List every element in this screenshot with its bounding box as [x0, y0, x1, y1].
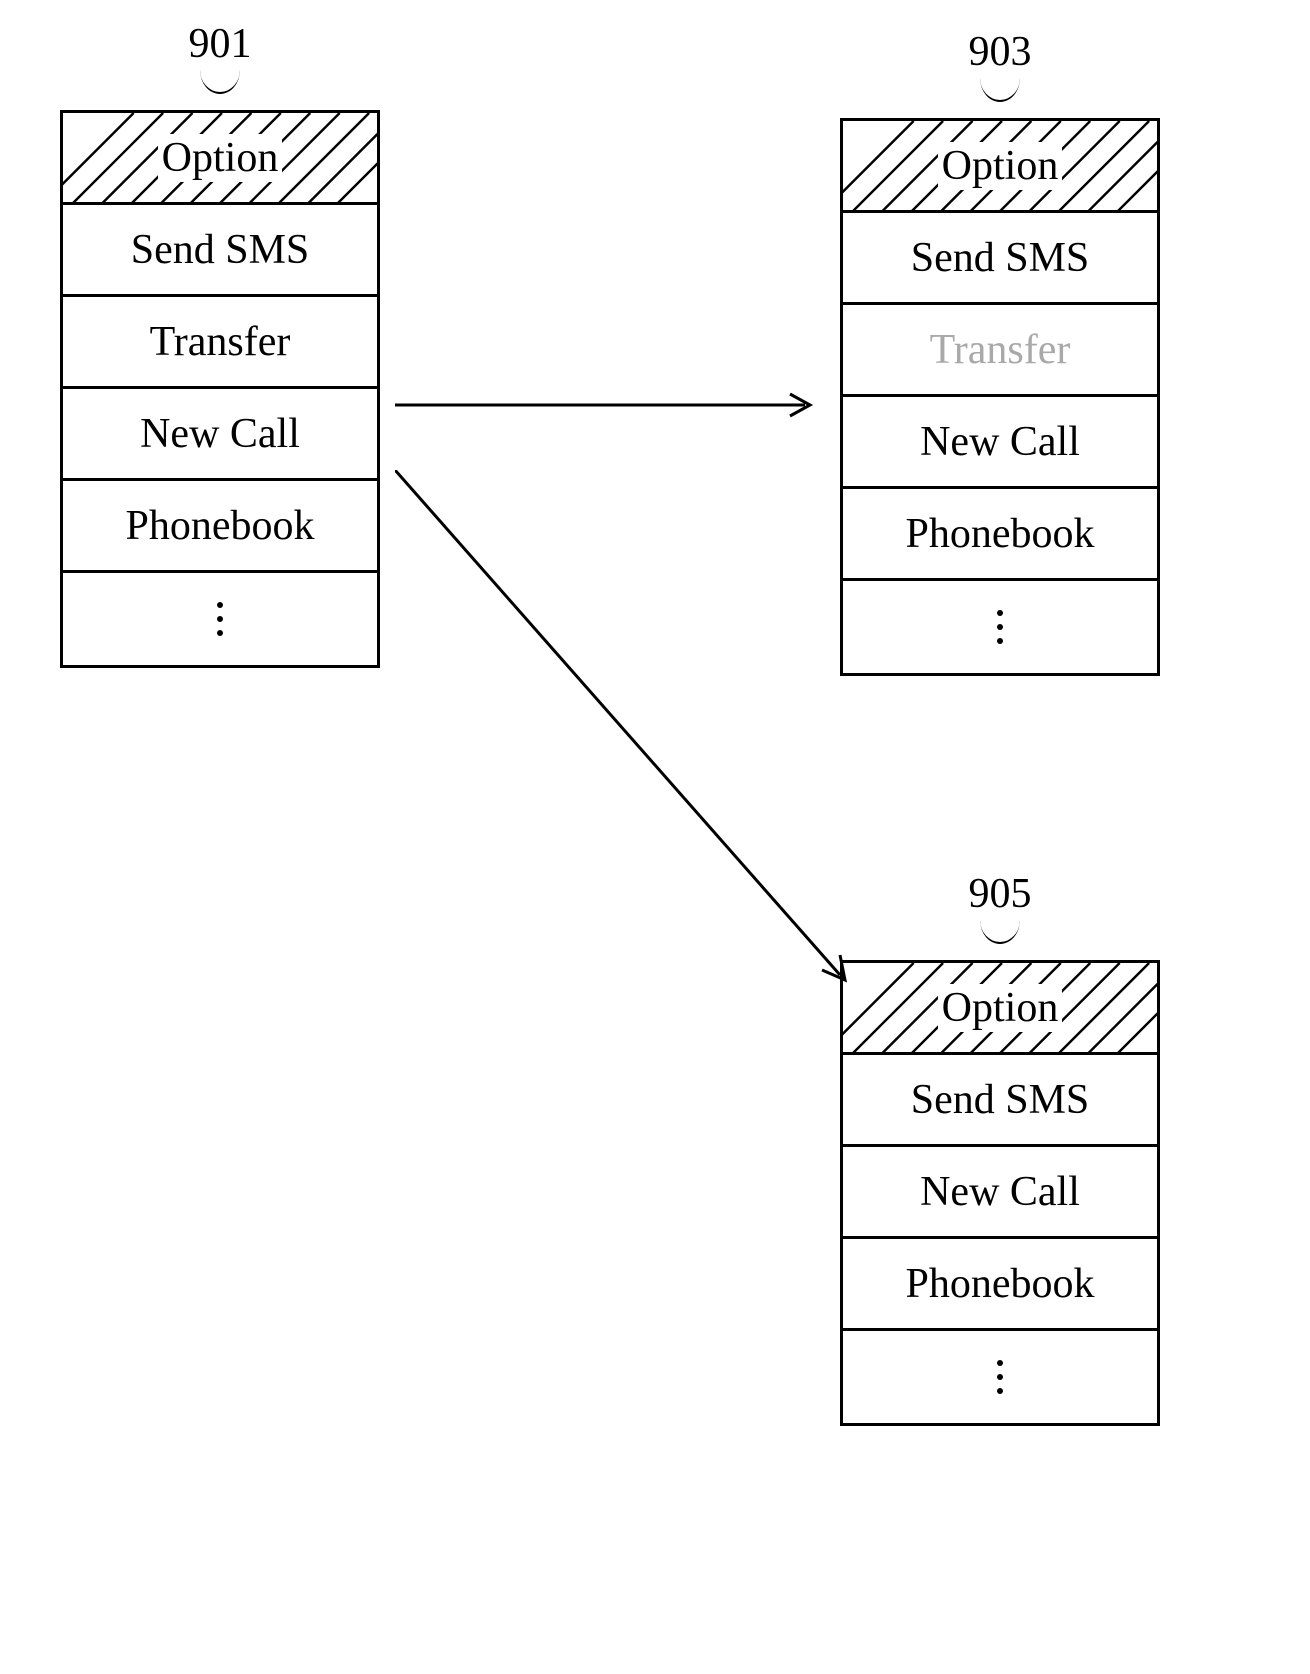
menu-item-transfer[interactable]: Transfer: [63, 297, 377, 389]
menu-header: Option: [63, 113, 377, 205]
menu-903: Option Send SMS Transfer New Call Phoneb…: [840, 118, 1160, 676]
menu-item-phonebook[interactable]: Phonebook: [843, 1239, 1157, 1331]
arrow-901-to-903: [395, 390, 825, 420]
header-label: Option: [938, 984, 1063, 1032]
menu-item-transfer-disabled: Transfer: [843, 305, 1157, 397]
menu-header: Option: [843, 121, 1157, 213]
ref-label-905: 905: [960, 870, 1040, 918]
menu-901: Option Send SMS Transfer New Call Phoneb…: [60, 110, 380, 668]
menu-item-new-call[interactable]: New Call: [63, 389, 377, 481]
ref-tick-905: [980, 920, 1020, 944]
ref-tick-901: [200, 70, 240, 94]
menu-item-more[interactable]: [843, 1331, 1157, 1423]
ref-tick-903: [980, 78, 1020, 102]
header-label: Option: [158, 134, 283, 182]
menu-item-send-sms[interactable]: Send SMS: [843, 213, 1157, 305]
menu-905: Option Send SMS New Call Phonebook: [840, 960, 1160, 1426]
ref-label-903: 903: [960, 28, 1040, 76]
menu-item-phonebook[interactable]: Phonebook: [63, 481, 377, 573]
menu-item-new-call[interactable]: New Call: [843, 1147, 1157, 1239]
menu-item-more[interactable]: [63, 573, 377, 665]
menu-item-more[interactable]: [843, 581, 1157, 673]
menu-item-new-call[interactable]: New Call: [843, 397, 1157, 489]
menu-item-phonebook[interactable]: Phonebook: [843, 489, 1157, 581]
menu-header: Option: [843, 963, 1157, 1055]
menu-item-send-sms[interactable]: Send SMS: [63, 205, 377, 297]
ref-label-901: 901: [180, 20, 260, 68]
menu-item-send-sms[interactable]: Send SMS: [843, 1055, 1157, 1147]
arrow-901-to-905: [395, 470, 865, 1000]
header-label: Option: [938, 142, 1063, 190]
